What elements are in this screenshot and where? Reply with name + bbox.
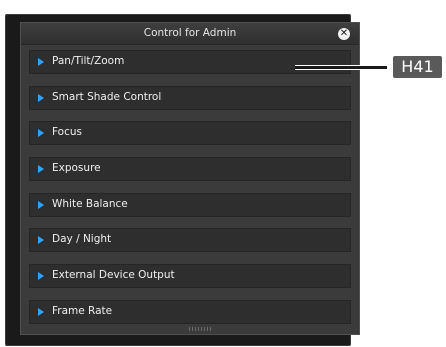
menu-item-label: Day / Night bbox=[52, 233, 112, 246]
page: Control for Admin ✕ Pan/Tilt/Zoom Smart … bbox=[0, 0, 446, 347]
menu-item-exposure[interactable]: Exposure bbox=[29, 157, 351, 182]
menu-item-focus[interactable]: Focus bbox=[29, 121, 351, 146]
menu-item-white-balance[interactable]: White Balance bbox=[29, 192, 351, 217]
menu-item-label: White Balance bbox=[52, 197, 128, 210]
menu-item-label: External Device Output bbox=[52, 269, 175, 282]
triangle-right-icon bbox=[38, 236, 44, 245]
triangle-right-icon bbox=[38, 165, 44, 174]
triangle-right-icon bbox=[38, 129, 44, 138]
menu-item-label: Smart Shade Control bbox=[52, 90, 162, 103]
triangle-right-icon bbox=[38, 58, 44, 66]
menu-item-frame-rate[interactable]: Frame Rate bbox=[29, 299, 351, 324]
resize-grip[interactable] bbox=[189, 327, 211, 331]
triangle-right-icon bbox=[38, 272, 44, 281]
menu-item-pan-tilt-zoom[interactable]: Pan/Tilt/Zoom bbox=[29, 50, 351, 74]
triangle-right-icon bbox=[38, 307, 44, 316]
dialog-title: Control for Admin bbox=[143, 27, 237, 39]
menu-item-label: Exposure bbox=[52, 162, 101, 175]
menu-item-label: Focus bbox=[52, 126, 82, 139]
menu-item-label: Frame Rate bbox=[52, 304, 113, 317]
menu-list: Pan/Tilt/Zoom Smart Shade Control Focus … bbox=[29, 50, 351, 336]
callout-tag: H41 bbox=[393, 56, 442, 78]
menu-item-smart-shade-control[interactable]: Smart Shade Control bbox=[29, 85, 351, 110]
close-icon[interactable]: ✕ bbox=[338, 28, 350, 40]
callout-line bbox=[295, 65, 387, 70]
dialog-frame: Control for Admin ✕ Pan/Tilt/Zoom Smart … bbox=[5, 14, 360, 346]
triangle-right-icon bbox=[38, 93, 44, 102]
menu-item-day-night[interactable]: Day / Night bbox=[29, 228, 351, 253]
menu-item-external-device-output[interactable]: External Device Output bbox=[29, 264, 351, 289]
triangle-right-icon bbox=[38, 200, 44, 209]
dialog-titlebar[interactable]: Control for Admin ✕ bbox=[21, 23, 359, 45]
menu-item-label: Pan/Tilt/Zoom bbox=[52, 55, 125, 67]
